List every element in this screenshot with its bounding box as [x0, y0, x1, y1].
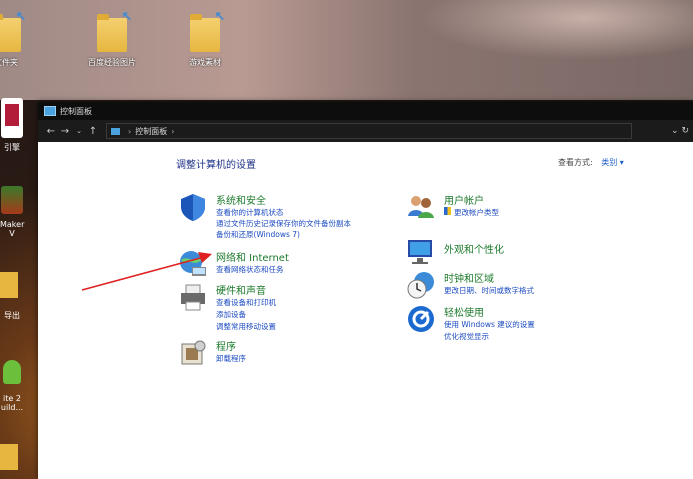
annotation-arrow [81, 252, 212, 291]
